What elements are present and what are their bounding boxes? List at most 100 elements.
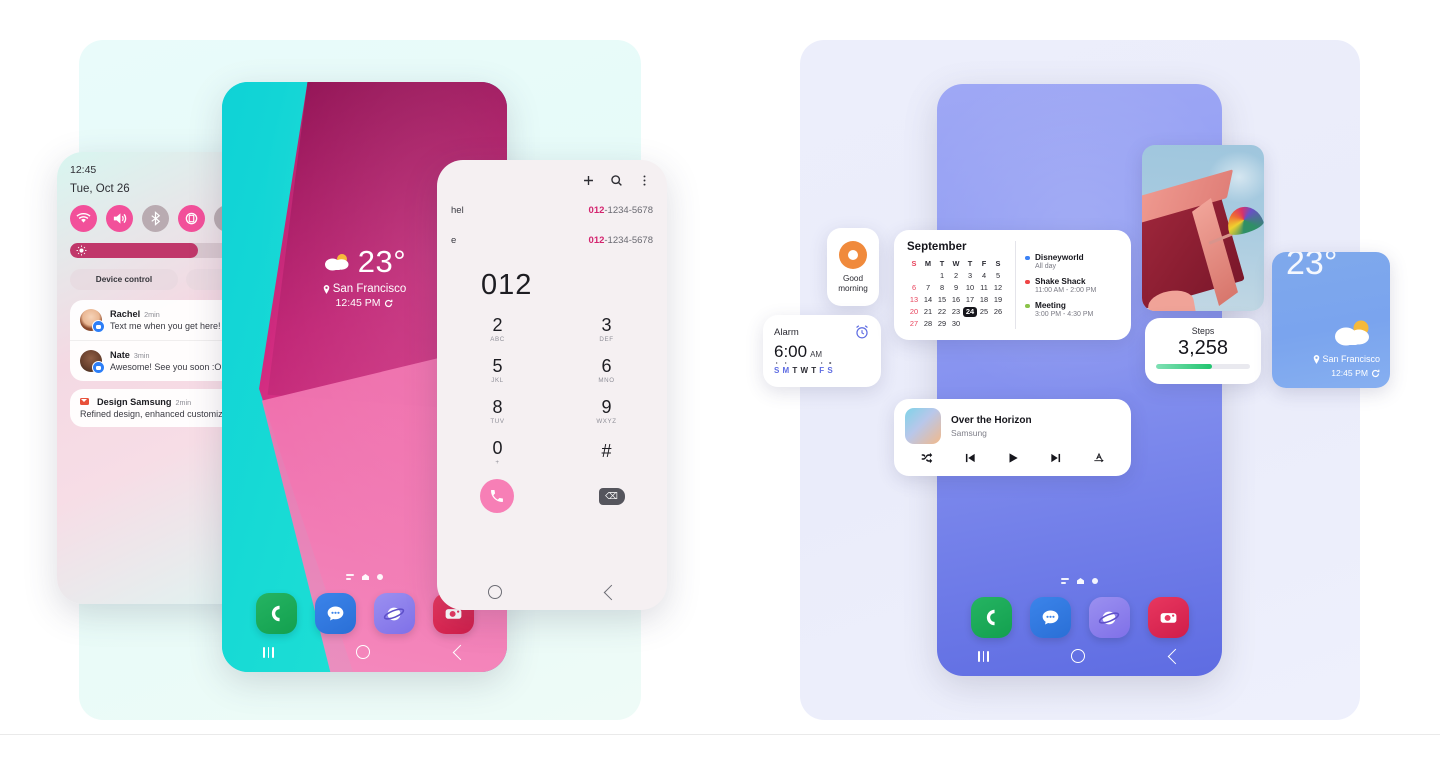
lyrics-icon[interactable] <box>1092 451 1106 465</box>
internet-app-icon[interactable] <box>373 593 415 634</box>
messages-app-icon[interactable] <box>1029 597 1071 638</box>
photo-widget[interactable] <box>1142 145 1264 311</box>
calendar-day[interactable]: 7 <box>921 283 935 293</box>
back-button[interactable] <box>452 644 469 660</box>
app-list-indicator-icon[interactable] <box>346 574 354 580</box>
add-contact-icon[interactable] <box>582 174 595 187</box>
quick-toggle-sound[interactable] <box>106 205 133 232</box>
home-button[interactable] <box>356 645 370 659</box>
shuffle-icon[interactable] <box>920 451 934 465</box>
back-button[interactable] <box>1167 648 1184 664</box>
dot-indicator-icon[interactable] <box>1092 578 1098 584</box>
calendar-event[interactable]: Disneyworld All day <box>1025 253 1118 270</box>
email-app-name: Design Samsung <box>97 397 172 407</box>
alarm-day[interactable]: F <box>819 366 824 375</box>
alarm-day[interactable]: T <box>811 366 816 375</box>
key-0[interactable]: 0 + <box>443 433 552 471</box>
next-icon[interactable] <box>1049 451 1063 465</box>
calendar-day[interactable]: 15 <box>935 295 949 305</box>
calendar-day[interactable]: 11 <box>977 283 991 293</box>
back-button[interactable] <box>603 584 619 600</box>
recents-button[interactable] <box>263 646 274 658</box>
calendar-day[interactable]: 24 <box>963 307 977 317</box>
contact-number: 012-1234-5678 <box>588 204 653 216</box>
quick-toggle-bluetooth[interactable] <box>142 205 169 232</box>
weather-card-widget[interactable]: 23° San Francisco 12:45 PM <box>1272 252 1390 388</box>
key-9[interactable]: 9 WXYZ <box>552 392 661 430</box>
calendar-day[interactable]: 12 <box>991 283 1005 293</box>
calendar-widget[interactable]: September S M T W T F S 1 2 3 4 5 6 7 8 9 10 11 12 13 14 15 16… <box>894 230 1131 340</box>
phone-app-icon[interactable] <box>255 593 297 634</box>
calendar-day[interactable]: 18 <box>977 295 991 305</box>
calendar-day[interactable]: 1 <box>935 271 949 281</box>
call-button[interactable] <box>479 479 514 513</box>
calendar-event[interactable]: Shake Shack 11:00 AM - 2:00 PM <box>1025 277 1118 294</box>
calendar-day[interactable]: 27 <box>907 319 921 329</box>
phone-app-icon[interactable] <box>970 597 1012 638</box>
calendar-day[interactable]: 14 <box>921 295 935 305</box>
dialer-keypad: 2 ABC 3 DEF 5 JKL 6 MNO 8 TUV 9 WXYZ 0 + # <box>437 310 667 471</box>
home-button[interactable] <box>1071 649 1085 663</box>
key-hash[interactable]: # <box>552 433 661 471</box>
recents-button[interactable] <box>978 650 989 662</box>
calendar-day[interactable]: 30 <box>949 319 963 329</box>
quick-toggle-auto-rotate[interactable] <box>178 205 205 232</box>
calendar-day[interactable]: 10 <box>963 283 977 293</box>
calendar-day[interactable]: 5 <box>991 271 1005 281</box>
calendar-day[interactable]: 3 <box>963 271 977 281</box>
home-indicator-icon[interactable] <box>1077 578 1084 584</box>
calendar-day[interactable]: 21 <box>921 307 935 317</box>
home-indicator-icon[interactable] <box>362 574 369 580</box>
internet-app-icon[interactable] <box>1088 597 1130 638</box>
quick-toggle-wifi[interactable] <box>70 205 97 232</box>
calendar-day[interactable]: 28 <box>921 319 935 329</box>
notification-time: 2min <box>144 310 160 319</box>
alarm-day[interactable]: M <box>783 366 790 375</box>
calendar-day[interactable]: 22 <box>935 307 949 317</box>
calendar-day[interactable]: 17 <box>963 295 977 305</box>
calendar-day[interactable]: 2 <box>949 271 963 281</box>
calendar-day[interactable]: 26 <box>991 307 1005 317</box>
refresh-icon[interactable] <box>1371 369 1380 378</box>
app-list-indicator-icon[interactable] <box>1061 578 1069 584</box>
steps-widget[interactable]: Steps 3,258 <box>1145 318 1261 384</box>
calendar-day[interactable]: 16 <box>949 295 963 305</box>
alarm-day[interactable]: W <box>800 366 808 375</box>
previous-icon[interactable] <box>963 451 977 465</box>
calendar-day[interactable]: 19 <box>991 295 1005 305</box>
key-8[interactable]: 8 TUV <box>443 392 552 430</box>
calendar-day[interactable]: 8 <box>935 283 949 293</box>
key-5[interactable]: 5 JKL <box>443 351 552 389</box>
key-3[interactable]: 3 DEF <box>552 310 661 348</box>
refresh-icon[interactable] <box>384 299 393 308</box>
calendar-day[interactable]: 25 <box>977 307 991 317</box>
calendar-day[interactable]: 9 <box>949 283 963 293</box>
calendar-day[interactable]: 6 <box>907 283 921 293</box>
dot-indicator-icon[interactable] <box>377 574 383 580</box>
key-6[interactable]: 6 MNO <box>552 351 661 389</box>
alarm-day[interactable]: T <box>792 366 797 375</box>
alarm-day[interactable]: S <box>827 366 832 375</box>
contact-row[interactable]: hel 012-1234-5678 <box>451 195 653 225</box>
messages-app-icon[interactable] <box>314 593 356 634</box>
search-icon[interactable] <box>610 174 623 187</box>
alarm-widget[interactable]: Alarm 6:00 AM S M T W T F S <box>763 315 881 387</box>
more-options-icon[interactable] <box>638 174 651 187</box>
calendar-day[interactable]: 23 <box>949 307 963 317</box>
calendar-day[interactable]: 13 <box>907 295 921 305</box>
calendar-day[interactable]: 4 <box>977 271 991 281</box>
backspace-button[interactable]: ⌫ <box>598 487 625 505</box>
calendar-event[interactable]: Meeting 3:00 PM - 4:30 PM <box>1025 301 1118 318</box>
camera-app-icon[interactable] <box>1147 597 1189 638</box>
good-morning-widget[interactable]: Good morning <box>827 228 879 306</box>
play-icon[interactable] <box>1006 451 1020 465</box>
dialer-display[interactable]: 012 <box>437 255 667 310</box>
calendar-day[interactable]: 29 <box>935 319 949 329</box>
chip-device-control[interactable]: Device control <box>70 269 178 290</box>
key-2[interactable]: 2 ABC <box>443 310 552 348</box>
contact-row[interactable]: e 012-1234-5678 <box>451 225 653 255</box>
music-player-widget[interactable]: Over the Horizon Samsung <box>894 399 1131 476</box>
home-button[interactable] <box>487 585 502 599</box>
alarm-day[interactable]: S <box>774 366 779 375</box>
calendar-day[interactable]: 20 <box>907 307 921 317</box>
